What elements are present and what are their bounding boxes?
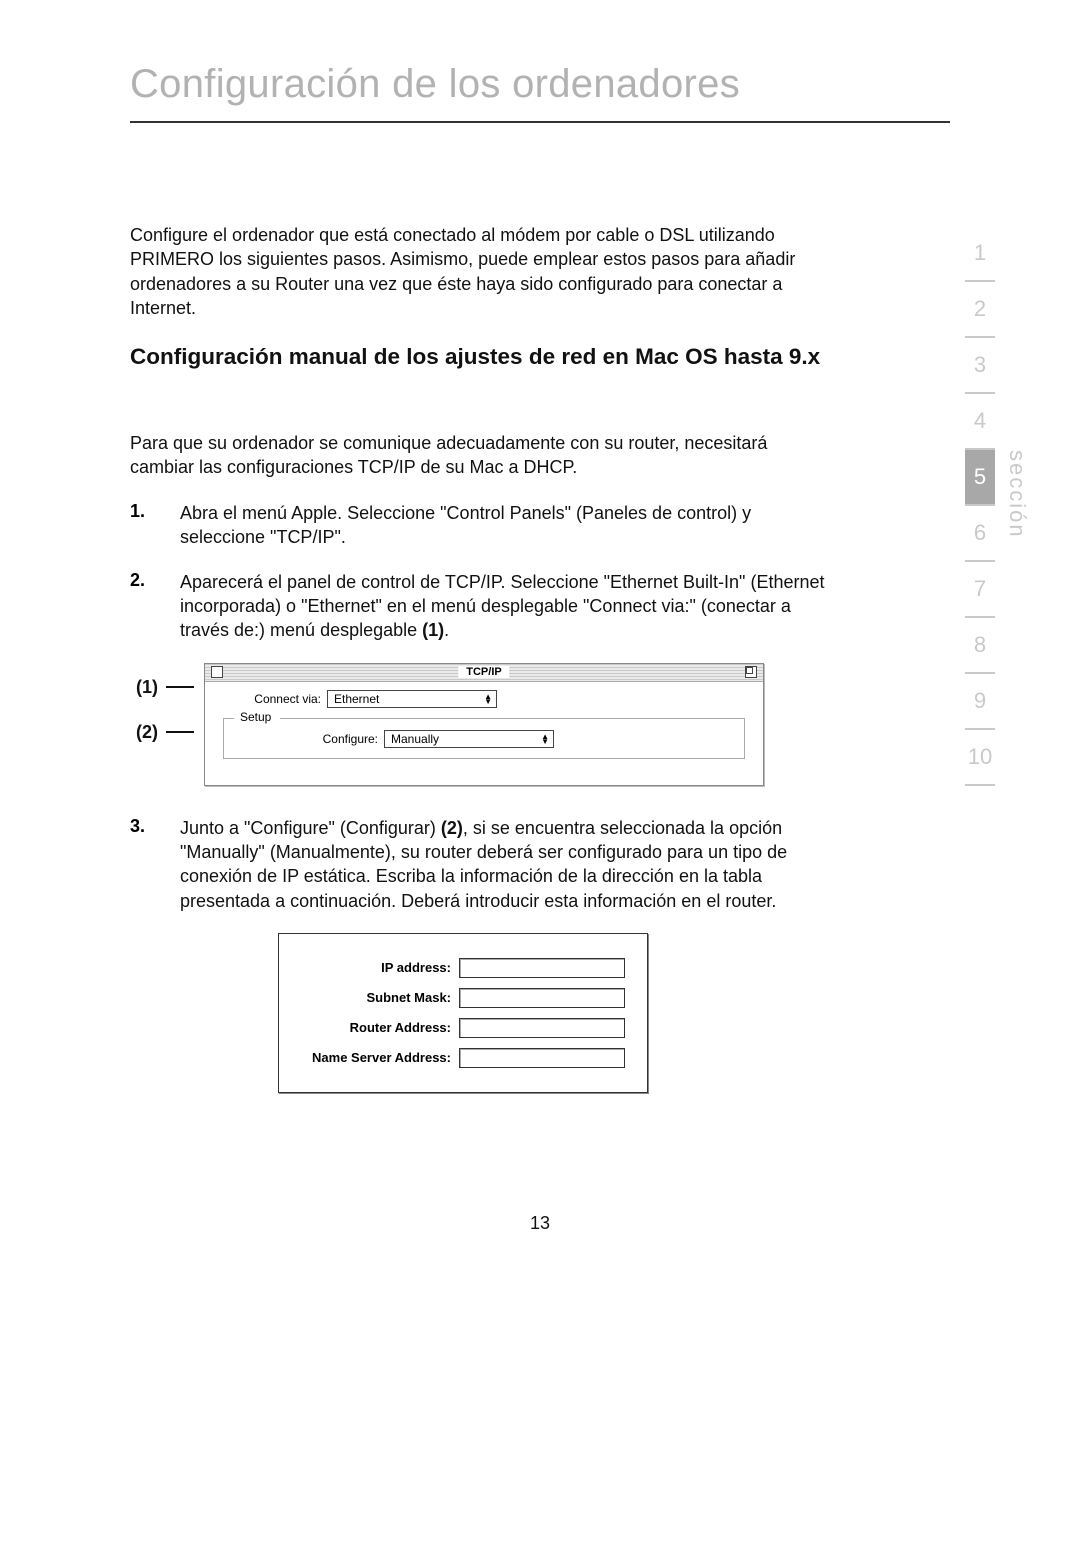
name-server-label: Name Server Address:	[301, 1050, 451, 1065]
configure-label: Configure:	[224, 732, 378, 746]
step-number: 3.	[130, 816, 152, 913]
close-box-icon[interactable]	[211, 666, 223, 678]
ip-address-field[interactable]	[459, 958, 625, 978]
section-nav-item-6[interactable]: 6	[965, 506, 995, 562]
panel-title: TCP/IP	[458, 666, 509, 678]
lead-paragraph: Para que su ordenador se comunique adecu…	[130, 431, 830, 480]
step-text: Aparecerá el panel de control de TCP/IP.…	[180, 570, 830, 643]
section-nav-item-5[interactable]: 5	[965, 450, 995, 506]
setup-legend: Setup	[238, 710, 273, 724]
page-title: Configuración de los ordenadores	[130, 40, 950, 123]
step-1: 1. Abra el menú Apple. Seleccione "Contr…	[130, 501, 830, 550]
section-nav-item-1[interactable]: 1	[965, 226, 995, 282]
section-nav-item-3[interactable]: 3	[965, 338, 995, 394]
step-3: 3. Junto a "Configure" (Configurar) (2),…	[130, 816, 830, 913]
callout-1: (1)	[136, 677, 158, 698]
configure-value: Manually	[391, 732, 439, 746]
section-nav-item-8[interactable]: 8	[965, 618, 995, 674]
step-number: 1.	[130, 501, 152, 550]
router-address-label: Router Address:	[301, 1020, 451, 1035]
step-text: Junto a "Configure" (Configurar) (2), si…	[180, 816, 830, 913]
step-2: 2. Aparecerá el panel de control de TCP/…	[130, 570, 830, 643]
callout-line	[166, 731, 194, 733]
name-server-field[interactable]	[459, 1048, 625, 1068]
subheading: Configuración manual de los ajustes de r…	[130, 342, 830, 372]
section-nav-item-7[interactable]: 7	[965, 562, 995, 618]
updown-icon: ▲▼	[484, 694, 492, 704]
ip-address-table: IP address: Subnet Mask: Router Address:…	[278, 933, 648, 1093]
subnet-mask-field[interactable]	[459, 988, 625, 1008]
panel-titlebar: TCP/IP	[205, 664, 763, 682]
section-nav-item-4[interactable]: 4	[965, 394, 995, 450]
ip-address-label: IP address:	[301, 960, 451, 975]
connect-via-value: Ethernet	[334, 692, 379, 706]
tcpip-figure: (1) (2) TCP/IP Connect via: Ethernet ▲▼	[136, 663, 950, 786]
page-number: 13	[130, 1213, 950, 1234]
updown-icon: ▲▼	[541, 734, 549, 744]
connect-via-label: Connect via:	[223, 692, 321, 706]
tcpip-panel: TCP/IP Connect via: Ethernet ▲▼ Setup Co…	[204, 663, 764, 786]
zoom-box-icon[interactable]	[745, 666, 757, 678]
steps-list-2: 3. Junto a "Configure" (Configurar) (2),…	[130, 816, 950, 913]
intro-paragraph: Configure el ordenador que está conectad…	[130, 223, 810, 320]
section-nav-item-9[interactable]: 9	[965, 674, 995, 730]
step-text: Abra el menú Apple. Seleccione "Control …	[180, 501, 830, 550]
section-vertical-label: sección	[1004, 450, 1030, 539]
section-nav: 12345678910	[965, 226, 995, 786]
connect-via-popup[interactable]: Ethernet ▲▼	[327, 690, 497, 708]
step-number: 2.	[130, 570, 152, 643]
steps-list: 1. Abra el menú Apple. Seleccione "Contr…	[130, 501, 950, 642]
configure-popup[interactable]: Manually ▲▼	[384, 730, 554, 748]
section-nav-item-2[interactable]: 2	[965, 282, 995, 338]
router-address-field[interactable]	[459, 1018, 625, 1038]
callouts: (1) (2)	[136, 677, 194, 743]
callout-2: (2)	[136, 722, 158, 743]
subnet-mask-label: Subnet Mask:	[301, 990, 451, 1005]
callout-line	[166, 686, 194, 688]
section-nav-item-10[interactable]: 10	[965, 730, 995, 786]
